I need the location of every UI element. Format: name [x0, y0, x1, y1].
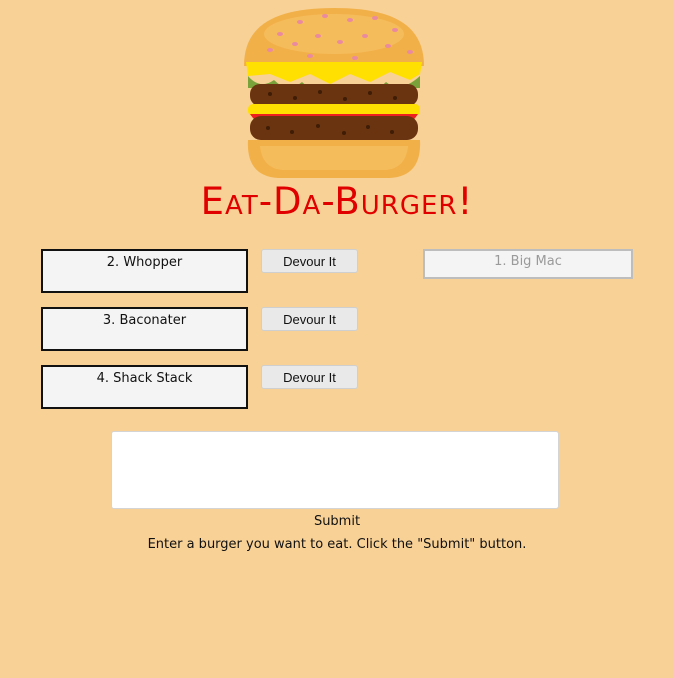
- devour-button-shack-stack[interactable]: Devour It: [261, 365, 358, 389]
- devour-button-whopper[interactable]: Devour It: [261, 249, 358, 273]
- page-title: Eat-Da-Burger!: [200, 180, 474, 223]
- devoured-item-big-mac: 1. Big Mac: [423, 249, 633, 279]
- burger-name-input[interactable]: [111, 431, 559, 509]
- devour-button-baconater[interactable]: Devour It: [261, 307, 358, 331]
- burger-item-shack-stack: 4. Shack Stack: [41, 365, 248, 409]
- instructions-text: Enter a burger you want to eat. Click th…: [147, 537, 527, 552]
- submit-button[interactable]: Submit: [0, 514, 674, 529]
- burger-item-baconater: 3. Baconater: [41, 307, 248, 351]
- burger-item-whopper: 2. Whopper: [41, 249, 248, 293]
- burger-icon: [244, 8, 424, 178]
